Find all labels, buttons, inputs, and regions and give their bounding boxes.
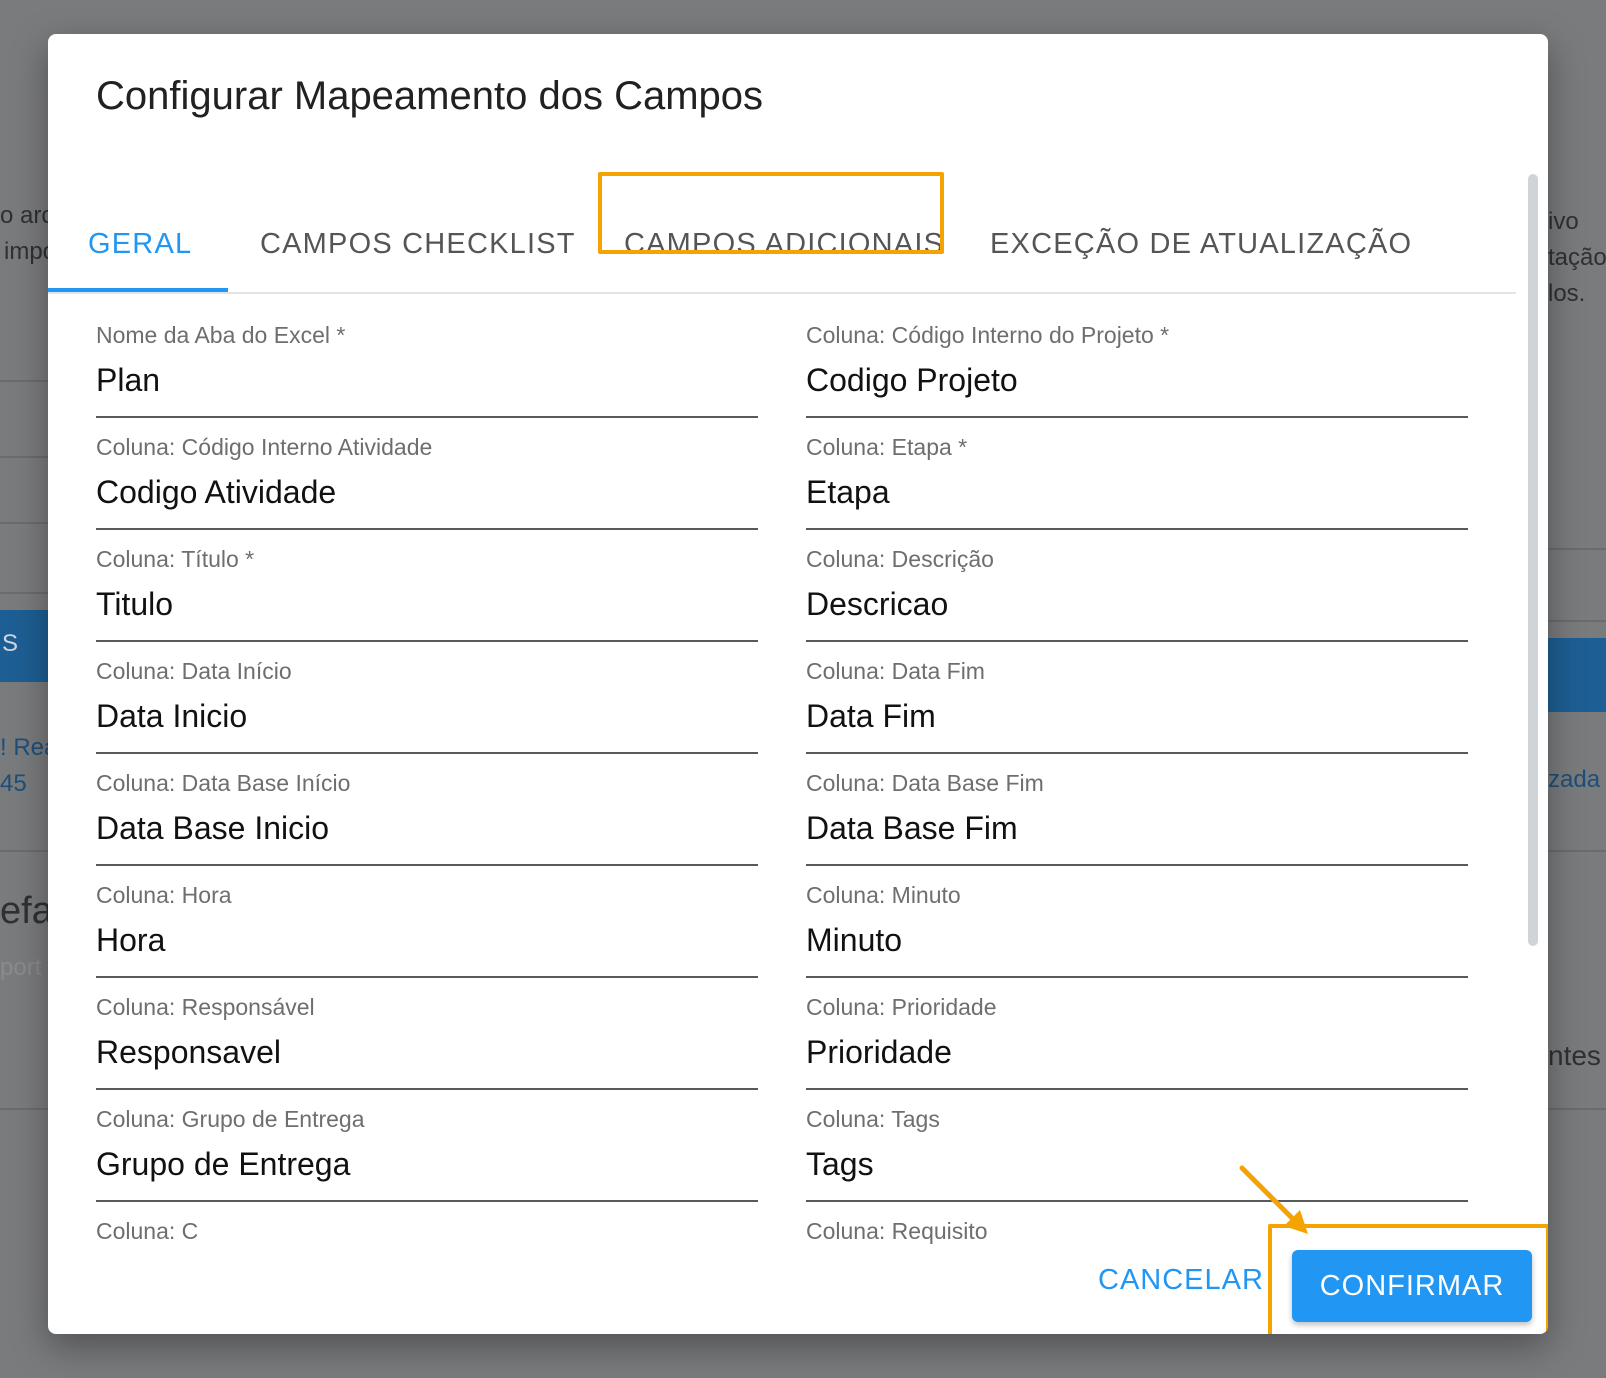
field-value: Codigo Atividade — [96, 474, 337, 510]
bg-text-fragment: ivo — [1548, 208, 1579, 235]
field-label: Coluna: Minuto — [806, 882, 961, 908]
active-tab-indicator — [48, 288, 228, 292]
field-responsavel[interactable]: Coluna: Responsável Responsavel — [96, 978, 758, 1090]
bg-text-fragment: port — [0, 954, 42, 981]
bg-divider — [1548, 850, 1606, 852]
field-data-inicio[interactable]: Coluna: Data Início Data Inicio — [96, 642, 758, 754]
field-value: Tags — [806, 1146, 874, 1182]
field-label: Coluna: Responsável — [96, 994, 315, 1020]
bg-divider — [0, 380, 48, 382]
field-prioridade[interactable]: Coluna: Prioridade Prioridade — [806, 978, 1468, 1090]
field-label: Coluna: Grupo de Entrega — [96, 1106, 365, 1132]
field-label: Coluna: Data Fim — [806, 658, 985, 684]
bg-button — [1548, 638, 1606, 712]
arrow-pointer-icon — [1239, 1165, 1308, 1234]
scrollbar[interactable] — [1528, 174, 1538, 946]
field-grupo-entrega[interactable]: Coluna: Grupo de Entrega Grupo de Entreg… — [96, 1090, 758, 1202]
field-label: Coluna: Prioridade — [806, 994, 997, 1020]
bg-link-fragment: zada — [1548, 766, 1601, 793]
field-label: Coluna: Tags — [806, 1106, 940, 1132]
field-label: Coluna: Título * — [96, 546, 255, 572]
dialog-title: Configurar Mapeamento dos Campos — [96, 74, 764, 118]
field-value: Codigo Projeto — [806, 362, 1018, 398]
field-label: Coluna: Data Início — [96, 658, 292, 684]
field-label: Nome da Aba do Excel * — [96, 322, 346, 348]
field-codigo-atividade[interactable]: Coluna: Código Interno Atividade Codigo … — [96, 418, 758, 530]
bg-text-fragment: ntes — [1548, 1040, 1601, 1071]
field-value: Descricao — [806, 586, 949, 622]
field-titulo[interactable]: Coluna: Título * Titulo — [96, 530, 758, 642]
bg-divider — [1548, 620, 1606, 622]
field-value: Plan — [96, 362, 161, 398]
dialog-actions: CANCELAR CONFIRMAR — [48, 1214, 1548, 1334]
tab-excecao-atualizacao[interactable]: EXCEÇÃO DE ATUALIZAÇÃO — [990, 194, 1412, 294]
bg-divider — [0, 522, 48, 524]
field-value: Data Inicio — [96, 698, 248, 734]
bg-divider — [0, 850, 48, 852]
bg-text-fragment: S — [2, 630, 19, 657]
field-etapa[interactable]: Coluna: Etapa * Etapa — [806, 418, 1468, 530]
field-label: Coluna: Hora — [96, 882, 232, 908]
field-data-base-inicio[interactable]: Coluna: Data Base Início Data Base Inici… — [96, 754, 758, 866]
bg-divider — [0, 1108, 48, 1110]
field-codigo-projeto[interactable]: Coluna: Código Interno do Projeto * Codi… — [806, 306, 1468, 418]
bg-divider — [0, 592, 48, 594]
field-value: Data Base Fim — [806, 810, 1018, 846]
tab-campos-checklist[interactable]: CAMPOS CHECKLIST — [260, 194, 576, 294]
field-label: Coluna: Etapa * — [806, 434, 968, 460]
field-label: Coluna: Data Base Fim — [806, 770, 1044, 796]
field-mapping-dialog: Configurar Mapeamento dos Campos GERAL C… — [48, 34, 1548, 1334]
bg-divider — [1548, 548, 1606, 550]
field-value: Data Base Inicio — [96, 810, 330, 846]
cancel-button[interactable]: CANCELAR — [1098, 1264, 1264, 1297]
tab-bar: GERAL CAMPOS CHECKLIST CAMPOS ADICIONAIS… — [48, 194, 1516, 294]
confirm-button[interactable]: CONFIRMAR — [1292, 1250, 1532, 1322]
bg-divider — [0, 456, 48, 458]
field-value: Hora — [96, 922, 166, 958]
bg-text-fragment: tação — [1548, 244, 1606, 271]
bg-text-fragment: los. — [1548, 280, 1586, 307]
form-area: Nome da Aba do Excel * Plan Coluna: Códi… — [48, 306, 1518, 1266]
field-value: Minuto — [806, 922, 903, 958]
bg-divider — [1548, 1108, 1606, 1110]
field-value: Titulo — [96, 586, 174, 622]
field-value: Data Fim — [806, 698, 936, 734]
field-value: Etapa — [806, 474, 890, 510]
field-descricao[interactable]: Coluna: Descrição Descricao — [806, 530, 1468, 642]
bg-text-fragment: efa — [0, 890, 53, 932]
field-value: Prioridade — [806, 1034, 952, 1070]
bg-link-fragment: 45 — [0, 770, 27, 797]
field-label: Coluna: Código Interno Atividade — [96, 434, 433, 460]
field-minuto[interactable]: Coluna: Minuto Minuto — [806, 866, 1468, 978]
field-label: Coluna: Descrição — [806, 546, 994, 572]
tab-campos-adicionais[interactable]: CAMPOS ADICIONAIS — [624, 194, 944, 294]
tab-geral[interactable]: GERAL — [88, 194, 192, 294]
field-data-base-fim[interactable]: Coluna: Data Base Fim Data Base Fim — [806, 754, 1468, 866]
field-label: Coluna: Código Interno do Projeto * — [806, 322, 1170, 348]
field-hora[interactable]: Coluna: Hora Hora — [96, 866, 758, 978]
bg-text-fragment: o arc — [0, 202, 54, 229]
field-nome-aba[interactable]: Nome da Aba do Excel * Plan — [96, 306, 758, 418]
field-data-fim[interactable]: Coluna: Data Fim Data Fim — [806, 642, 1468, 754]
field-value: Grupo de Entrega — [96, 1146, 351, 1182]
field-value: Responsavel — [96, 1034, 281, 1070]
field-tags[interactable]: Coluna: Tags Tags — [806, 1090, 1468, 1202]
field-label: Coluna: Data Base Início — [96, 770, 351, 796]
